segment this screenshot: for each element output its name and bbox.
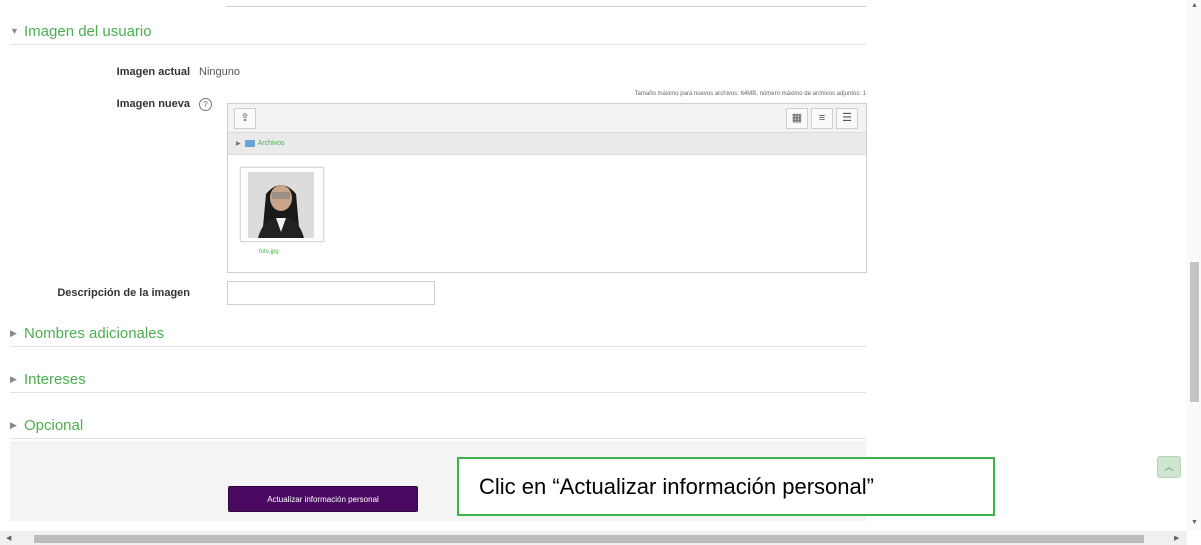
vertical-scroll-thumb[interactable] <box>1190 262 1199 402</box>
section-additional-names[interactable]: ▶ Nombres adicionales <box>10 320 866 347</box>
vertical-scrollbar[interactable]: ▲ ▼ <box>1187 0 1201 530</box>
file-thumbnail[interactable] <box>240 167 324 242</box>
photo-thumbnail <box>248 172 314 238</box>
description-label: Descripción de la imagen <box>57 287 190 299</box>
scroll-down-icon[interactable]: ▼ <box>1191 519 1198 526</box>
collapsed-arrow-icon: ▶ <box>236 141 241 147</box>
list-view-icon[interactable]: ≡ <box>811 108 833 129</box>
previous-field-border <box>226 0 866 7</box>
max-size-note: Tamaño máximo para nuevos archivos: 64MB… <box>634 91 866 97</box>
horizontal-scroll-thumb[interactable] <box>34 535 1144 543</box>
section-title: Imagen del usuario <box>24 22 152 40</box>
upload-icon[interactable]: ⇪ <box>234 108 256 129</box>
file-picker-toolbar: ⇪ ▦ ≡ ☰ <box>228 104 866 133</box>
section-interests[interactable]: ▶ Intereses <box>10 366 866 393</box>
section-optional[interactable]: ▶ Opcional <box>10 412 866 439</box>
path-label[interactable]: Archivos <box>258 140 285 147</box>
file-picker[interactable]: ⇪ ▦ ≡ ☰ ▶ Archivos foto.jpg <box>227 103 867 273</box>
section-title: Opcional <box>24 416 84 434</box>
current-image-label: Imagen actual <box>116 66 190 78</box>
instruction-callout: Clic en “Actualizar información personal… <box>457 457 995 516</box>
horizontal-scrollbar[interactable]: ◀ ▶ <box>0 531 1187 545</box>
scroll-right-icon[interactable]: ▶ <box>1174 534 1179 542</box>
expanded-triangle-icon: ▼ <box>10 26 19 36</box>
grid-view-icon[interactable]: ▦ <box>786 108 808 129</box>
tree-view-icon[interactable]: ☰ <box>836 108 858 129</box>
help-icon[interactable]: ? <box>199 98 212 111</box>
scroll-left-icon[interactable]: ◀ <box>6 534 11 542</box>
scroll-up-icon[interactable]: ▲ <box>1191 2 1198 9</box>
current-image-value: Ninguno <box>199 66 240 78</box>
update-profile-button[interactable]: Actualizar información personal <box>228 486 418 512</box>
section-user-image[interactable]: ▼ Imagen del usuario <box>10 18 866 45</box>
collapsed-triangle-icon: ▶ <box>10 327 17 338</box>
collapsed-triangle-icon: ▶ <box>10 373 17 384</box>
file-picker-path: ▶ Archivos <box>228 133 866 155</box>
new-image-label: Imagen nueva <box>116 98 190 110</box>
scroll-to-top-icon[interactable]: ︿ <box>1157 456 1181 478</box>
collapsed-triangle-icon: ▶ <box>10 419 17 430</box>
description-input[interactable] <box>227 281 435 305</box>
folder-icon <box>244 140 255 147</box>
file-name[interactable]: foto.jpg <box>259 249 279 255</box>
section-title: Intereses <box>24 370 86 388</box>
section-title: Nombres adicionales <box>24 324 165 342</box>
